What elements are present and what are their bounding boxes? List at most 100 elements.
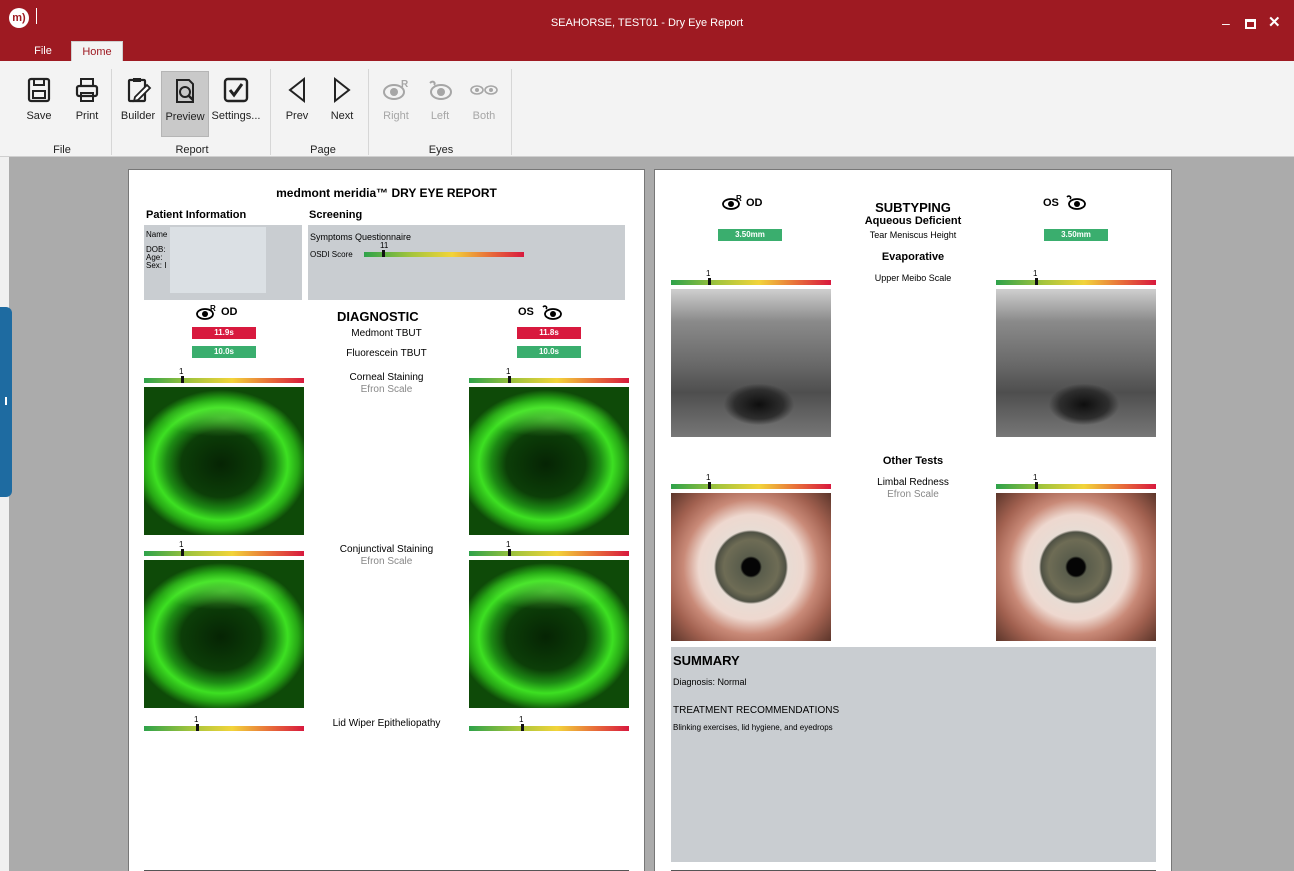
od-label: OD (221, 306, 238, 318)
scale-marker (1035, 278, 1038, 285)
svg-text:R: R (401, 79, 409, 90)
menu-tab-file[interactable]: File (22, 41, 64, 61)
scale-bar (469, 726, 629, 731)
left-eye-button[interactable]: Left (422, 71, 458, 137)
prev-button[interactable]: Prev (280, 71, 314, 137)
osdi-scale-marker (382, 250, 385, 257)
scale-marker (1035, 482, 1038, 489)
both-eyes-button[interactable]: Both (466, 71, 502, 137)
scale-value: 1 (1033, 473, 1038, 482)
os-tmh-value: 3.50mm (1044, 229, 1108, 241)
osdi-score-scale: 11 (364, 241, 524, 257)
right-eye-label: Right (383, 110, 409, 122)
os-meibography-image[interactable] (996, 289, 1156, 437)
treatment-text: Blinking exercises, lid hygiene, and eye… (673, 723, 833, 732)
group-separator (511, 69, 512, 155)
os-fluorescein-tbut-value: 10.0s (517, 346, 581, 358)
patient-name-label: Name (146, 230, 168, 239)
next-label: Next (330, 110, 354, 122)
title-bar: m) SEAHORSE, TEST01 - Dry Eye Report – ✕ (0, 0, 1294, 40)
group-separator (368, 69, 369, 155)
screening-panel: Symptoms Questionnaire OSDI Score 11 (308, 225, 625, 300)
both-eyes-label: Both (472, 110, 496, 122)
triangle-right-icon (334, 76, 351, 104)
preview-button[interactable]: Preview (161, 71, 209, 137)
scale-value: 1 (519, 715, 524, 724)
settings-button[interactable]: Settings... (210, 71, 262, 137)
scale-bar (996, 280, 1156, 285)
left-eye-icon (429, 80, 452, 100)
summary-heading: SUMMARY (673, 653, 740, 668)
os-conjunctival-staining-scale: 1 (469, 540, 629, 556)
od-meibography-image[interactable] (671, 289, 831, 437)
diagnostic-heading: DIAGNOSTIC (337, 309, 419, 324)
left-panel-strip (0, 157, 9, 871)
subtyping-heading: SUBTYPING (875, 200, 951, 215)
os-limbal-redness-image[interactable] (996, 493, 1156, 641)
menu-bar: File Home (0, 40, 1294, 61)
save-button[interactable]: Save (18, 71, 60, 137)
os-conjunctival-staining-image[interactable] (469, 560, 629, 708)
group-separator (270, 69, 271, 155)
preview-label: Preview (165, 111, 205, 123)
os-medmont-tbut-value: 11.8s (517, 327, 581, 339)
window-title: SEAHORSE, TEST01 - Dry Eye Report (550, 17, 744, 29)
treatment-heading: TREATMENT RECOMMENDATIONS (673, 705, 840, 716)
scale-marker (521, 724, 524, 731)
osdi-scale-bar (364, 252, 524, 257)
evaporative-heading: Evaporative (881, 251, 945, 263)
builder-button[interactable]: Builder (117, 71, 159, 137)
report-title: medmont meridia™ DRY EYE REPORT (276, 186, 497, 200)
settings-label: Settings... (211, 110, 261, 122)
side-panel-handle[interactable] (0, 307, 12, 497)
right-eye-button[interactable]: R Right (378, 71, 414, 137)
printer-icon (75, 78, 99, 102)
scale-value: 1 (1033, 269, 1038, 278)
od-limbal-redness-image[interactable] (671, 493, 831, 641)
document-area[interactable]: medmont meridia™ DRY EYE REPORT Patient … (0, 157, 1294, 871)
left-eye-label: Left (430, 110, 450, 122)
patient-info-panel: Name DOB: Age: Sex: I (144, 225, 302, 300)
group-separator (111, 69, 112, 155)
scale-value: 1 (506, 540, 511, 549)
right-eye-icon: R (383, 79, 409, 100)
group-label-page: Page (310, 144, 336, 156)
scale-marker (508, 549, 511, 556)
report-page-2: R OD SUBTYPING OS Aqueous Deficient 3.50… (654, 169, 1172, 871)
save-label: Save (26, 110, 52, 122)
document-magnifier-icon (176, 79, 194, 103)
triangle-left-icon (288, 76, 305, 104)
scale-bar (996, 484, 1156, 489)
patient-info-heading: Patient Information (146, 209, 247, 221)
other-tests-heading: Other Tests (882, 455, 944, 467)
os-label: OS (518, 306, 534, 318)
os-corneal-staining-image[interactable] (469, 387, 629, 535)
scale-bar (469, 378, 629, 383)
od-conjunctival-staining-image[interactable] (144, 560, 304, 708)
left-eye-icon (1066, 195, 1086, 210)
right-eye-icon: R (196, 304, 216, 320)
aqueous-deficient-heading: Aqueous Deficient (864, 215, 962, 227)
ribbon: Save Print Builder Preview Settings... P… (0, 61, 1294, 157)
next-button[interactable]: Next (325, 71, 359, 137)
os-corneal-staining-scale: 1 (469, 367, 629, 383)
minimize-button[interactable]: – (1222, 16, 1230, 30)
left-eye-icon (542, 305, 562, 320)
maximize-button[interactable] (1245, 19, 1256, 29)
scale-marker (508, 376, 511, 383)
screening-heading: Screening (309, 209, 363, 221)
print-label: Print (75, 110, 99, 122)
od-corneal-staining-image[interactable] (144, 387, 304, 535)
group-label-file: File (53, 144, 71, 156)
scale-bar (469, 551, 629, 556)
close-button[interactable]: ✕ (1268, 15, 1281, 30)
checkbox-icon (223, 77, 249, 103)
clipboard-pencil-icon (127, 78, 152, 103)
print-button[interactable]: Print (66, 71, 108, 137)
patient-redacted-area (170, 227, 266, 293)
patient-sex-label: Sex: I (146, 261, 167, 270)
svg-text:R: R (210, 304, 216, 313)
menu-tab-home[interactable]: Home (71, 41, 123, 61)
group-label-eyes: Eyes (428, 144, 454, 156)
osdi-score-label: OSDI Score (310, 250, 353, 259)
